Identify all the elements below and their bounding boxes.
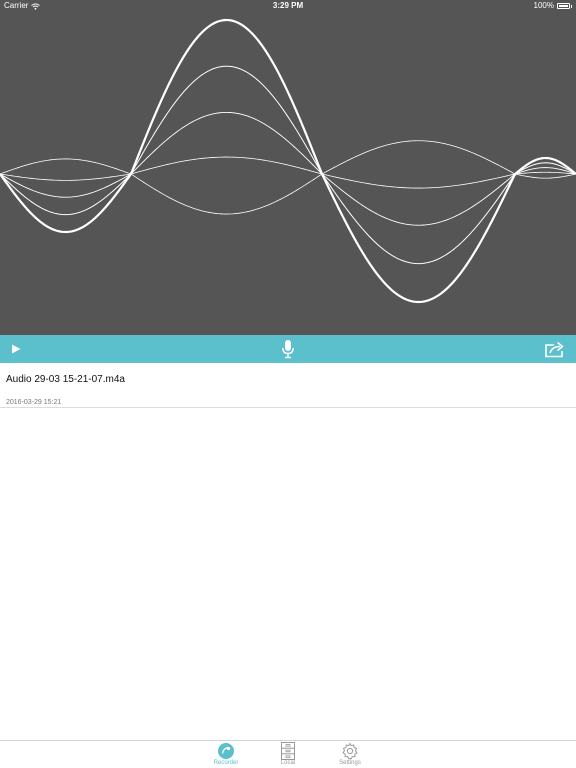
recording-date: 2016-03-29 15:21	[6, 399, 62, 406]
waveform-line	[0, 111, 576, 226]
tab-recorder[interactable]: Recorder	[206, 741, 246, 768]
gear-icon	[342, 742, 358, 760]
waveform-svg	[0, 18, 576, 304]
status-time: 3:29 PM	[272, 1, 304, 10]
battery-percent: 100%	[533, 1, 554, 10]
battery-tip	[571, 4, 572, 8]
tab-local-label: Local	[280, 760, 296, 766]
tab-bar: Recorder Local Settings	[0, 740, 576, 768]
play-icon	[12, 344, 21, 354]
waveform-visualizer	[0, 0, 576, 335]
control-bar	[0, 335, 576, 363]
tab-settings[interactable]: Settings	[330, 741, 370, 768]
recording-name: Audio 29-03 15-21-07.m4a	[6, 374, 125, 385]
share-icon	[545, 341, 564, 358]
tab-recorder-label: Recorder	[213, 760, 239, 766]
play-button[interactable]	[6, 335, 26, 363]
recording-list: Audio 29-03 15-21-07.m4a 2016-03-29 15:2…	[0, 363, 576, 408]
waveform-line	[0, 156, 576, 189]
cabinet-icon	[281, 742, 295, 760]
microphone-icon	[282, 340, 294, 359]
record-button[interactable]	[276, 335, 300, 363]
status-bar: Carrier 3:29 PM 100%	[0, 0, 576, 12]
recording-item[interactable]: Audio 29-03 15-21-07.m4a 2016-03-29 15:2…	[0, 363, 576, 408]
waveform-line	[0, 140, 576, 215]
status-battery: 100%	[534, 0, 572, 12]
battery-icon	[557, 3, 570, 9]
record-icon	[218, 743, 234, 759]
tab-settings-label: Settings	[339, 760, 361, 766]
share-button[interactable]	[542, 335, 568, 363]
tab-local[interactable]: Local	[268, 741, 308, 768]
